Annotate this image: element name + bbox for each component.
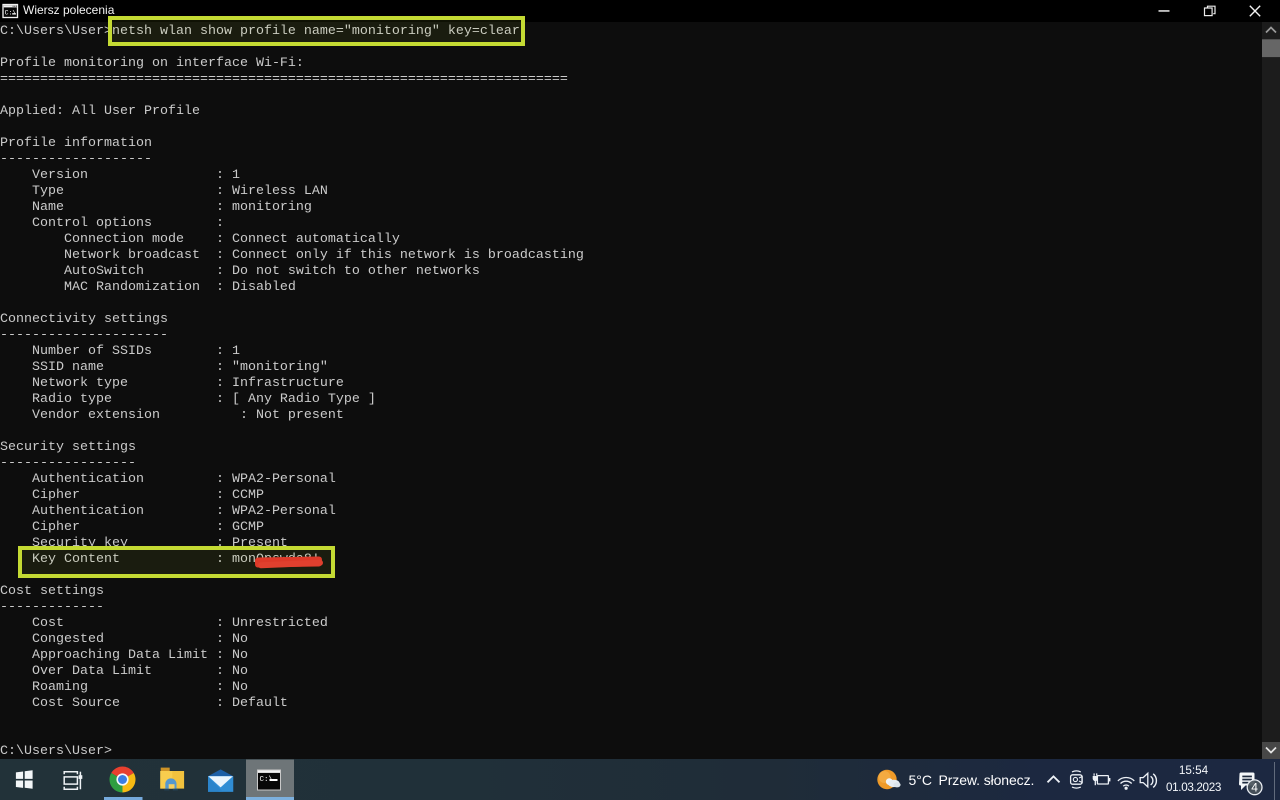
svg-text:15:54: 15:54 [1179,764,1209,777]
svg-text:5°C: 5°C [909,772,933,788]
svg-text:4: 4 [1251,781,1258,795]
svg-text:Przew. słonecz.: Przew. słonecz. [939,772,1035,788]
svg-text:C:\: C:\ [5,10,17,17]
svg-text:01.03.2023: 01.03.2023 [1166,781,1221,794]
